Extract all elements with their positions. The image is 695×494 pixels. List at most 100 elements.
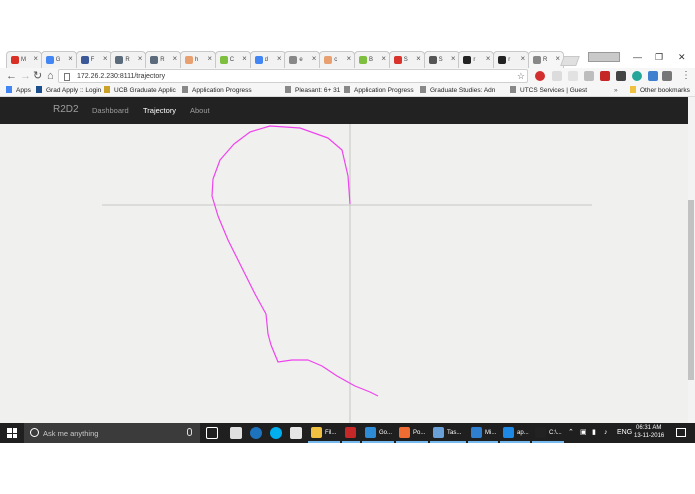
browser-tab[interactable]: e ×: [284, 51, 321, 68]
notifications-icon[interactable]: [676, 428, 686, 437]
taskbar-app-label: Po...: [413, 430, 426, 436]
microphone-icon[interactable]: [187, 428, 192, 436]
forward-icon[interactable]: →: [20, 69, 31, 83]
language-indicator[interactable]: ENG: [617, 429, 632, 437]
taskbar-app[interactable]: [342, 423, 360, 443]
chrome-menu-icon[interactable]: ⋮: [681, 69, 691, 83]
browser-tab[interactable]: h ×: [180, 51, 216, 68]
clock-time[interactable]: 06:31 AM: [636, 425, 661, 432]
other-bookmarks[interactable]: Other bookmarks: [630, 86, 690, 95]
taskbar-app[interactable]: ap...: [500, 423, 530, 443]
browser-tab[interactable]: r ×: [493, 51, 530, 68]
network-icon[interactable]: ▣: [580, 429, 587, 437]
nav-dashboard[interactable]: Dashboard: [92, 106, 129, 115]
reload-icon[interactable]: ↻: [33, 69, 42, 83]
edge-icon[interactable]: [250, 427, 262, 439]
grammar-extension-icon[interactable]: [632, 71, 642, 81]
browser-tab[interactable]: F ×: [75, 51, 112, 68]
volume-icon[interactable]: ♪: [604, 429, 608, 437]
browser-tab[interactable]: R ×: [145, 51, 182, 68]
browser-tab[interactable]: d ×: [249, 51, 286, 68]
address-bar[interactable]: 172.26.2.230:8111/trajectory ☆: [58, 69, 528, 83]
tab-close-icon[interactable]: ×: [312, 54, 317, 63]
scrollbar-thumb[interactable]: [688, 200, 694, 380]
browser-tab[interactable]: R ×: [528, 51, 564, 69]
battery-icon[interactable]: ▮: [592, 429, 596, 437]
taskbar-app-label: Go...: [379, 430, 393, 436]
tab-close-icon[interactable]: ×: [33, 54, 38, 63]
pocket-extension-icon[interactable]: [616, 71, 626, 81]
back-icon[interactable]: ←: [6, 69, 17, 83]
window-close-icon[interactable]: ✕: [678, 52, 686, 63]
page-icon: [150, 56, 159, 64]
calculator-icon[interactable]: [230, 427, 242, 439]
bookmark-item[interactable]: Application Progress: [344, 86, 414, 95]
tab-close-icon[interactable]: ×: [416, 54, 421, 63]
extension-icon[interactable]: [568, 71, 578, 81]
restore-icon[interactable]: ❐: [655, 52, 663, 63]
tab-close-icon[interactable]: ×: [277, 54, 282, 63]
nav-trajectory[interactable]: Trajectory: [143, 106, 176, 115]
page-icon: [115, 56, 124, 64]
browser-tab[interactable]: M ×: [6, 51, 42, 68]
nav-about[interactable]: About: [190, 106, 210, 115]
tab-close-icon[interactable]: ×: [138, 54, 143, 63]
tab-close-icon[interactable]: ×: [555, 54, 560, 63]
tab-close-icon[interactable]: ×: [347, 54, 352, 63]
taskbar-app[interactable]: Po...: [396, 423, 428, 443]
tab-close-icon[interactable]: ×: [242, 54, 247, 63]
bookmark-star-icon[interactable]: ☆: [517, 71, 525, 81]
bookmark-item[interactable]: UTCS Services | Guest: [510, 86, 587, 95]
windows-start-icon[interactable]: [7, 428, 17, 438]
store-icon[interactable]: [290, 427, 302, 439]
tab-title: e: [299, 57, 303, 63]
keyboard-extension-icon[interactable]: [662, 71, 672, 81]
bookmark-label: Application Progress: [192, 87, 252, 94]
browser-tab[interactable]: B ×: [354, 51, 390, 68]
taskbar-app[interactable]: Mi...: [468, 423, 498, 443]
bookmark-item[interactable]: Application Progress: [182, 86, 252, 95]
taskbar-app[interactable]: Fil...: [308, 423, 340, 443]
task-view-icon[interactable]: [206, 427, 218, 439]
play-extension-icon[interactable]: [552, 71, 562, 81]
page-info-icon[interactable]: [64, 73, 70, 81]
tab-close-icon[interactable]: ×: [381, 54, 386, 63]
skype-icon[interactable]: [270, 427, 282, 439]
tab-close-icon[interactable]: ×: [173, 54, 178, 63]
bookmarks-overflow-icon[interactable]: »: [614, 86, 618, 95]
save-extension-icon[interactable]: [584, 71, 594, 81]
profile-badge[interactable]: [588, 52, 620, 62]
tab-close-icon[interactable]: ×: [68, 54, 73, 63]
tab-close-icon[interactable]: ×: [451, 54, 456, 63]
tray-chevron-icon[interactable]: ⌃: [568, 429, 574, 437]
browser-tab[interactable]: S ×: [388, 51, 425, 68]
tab-close-icon[interactable]: ×: [486, 54, 491, 63]
pdf-extension-icon[interactable]: [600, 71, 610, 81]
browser-tab[interactable]: S ×: [423, 51, 460, 68]
taskbar-app[interactable]: C:\...: [532, 423, 564, 443]
tab-close-icon[interactable]: ×: [207, 54, 212, 63]
browser-tab[interactable]: C ×: [214, 51, 251, 68]
adblock-icon[interactable]: [535, 71, 545, 81]
bookmark-item[interactable]: Apps: [6, 86, 31, 95]
bookmark-item[interactable]: UCB Graduate Applic: [104, 86, 176, 95]
tab-close-icon[interactable]: ×: [103, 54, 108, 63]
browser-tab[interactable]: c ×: [319, 51, 356, 68]
acrobat-icon: [345, 427, 356, 438]
app-brand[interactable]: R2D2: [53, 104, 79, 116]
bookmark-item[interactable]: Graduate Studies: Adn: [420, 86, 495, 95]
bird-extension-icon[interactable]: [648, 71, 658, 81]
cortana-search[interactable]: Ask me anything: [24, 423, 200, 443]
home-icon[interactable]: ⌂: [47, 69, 54, 83]
clock-date[interactable]: 13-11-2016: [634, 433, 664, 440]
browser-tab[interactable]: r ×: [458, 51, 495, 68]
bookmark-item[interactable]: Grad Apply :: Login: [36, 86, 101, 95]
browser-tab[interactable]: R ×: [110, 51, 147, 68]
browser-tab[interactable]: G ×: [40, 51, 77, 68]
taskbar-app[interactable]: Go...: [362, 423, 394, 443]
url-text[interactable]: 172.26.2.230:8111/trajectory: [77, 72, 165, 81]
minimize-icon[interactable]: —: [633, 52, 642, 62]
bookmark-item[interactable]: Pleasant: 6+ 31: [285, 86, 340, 95]
tab-close-icon[interactable]: ×: [521, 54, 526, 63]
taskbar-app[interactable]: Tas...: [430, 423, 466, 443]
